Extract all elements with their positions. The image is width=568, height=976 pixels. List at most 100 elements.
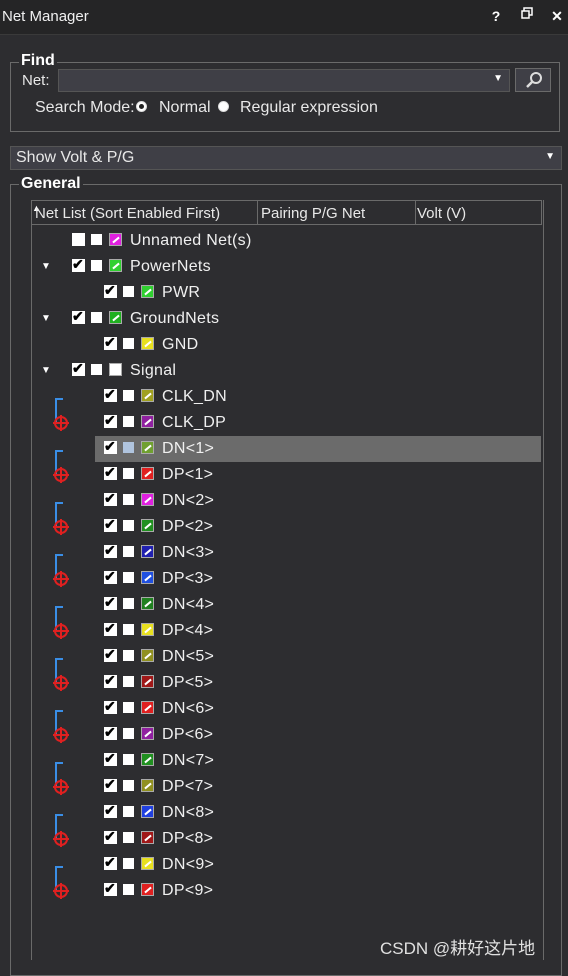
net-row[interactable]: DP<7> (32, 774, 541, 800)
select-box[interactable] (123, 572, 134, 583)
net-color-swatch[interactable] (109, 259, 122, 272)
net-row[interactable]: DN<2> (32, 488, 541, 514)
expand-icon[interactable]: ▼ (41, 365, 51, 376)
net-row[interactable]: DP<1> (32, 462, 541, 488)
enable-checkbox[interactable] (104, 568, 117, 585)
select-box[interactable] (123, 468, 134, 479)
enable-checkbox[interactable] (104, 802, 117, 819)
restore-button[interactable] (518, 7, 536, 25)
net-color-swatch[interactable] (141, 493, 154, 506)
select-box[interactable] (123, 442, 134, 453)
net-row[interactable]: ▼ PowerNets (32, 254, 541, 280)
enable-checkbox[interactable] (72, 308, 85, 325)
net-row[interactable]: DN<4> (32, 592, 541, 618)
net-color-swatch[interactable] (141, 545, 154, 558)
enable-checkbox[interactable] (104, 698, 117, 715)
net-row[interactable]: GND (32, 332, 541, 358)
enable-checkbox[interactable] (104, 646, 117, 663)
net-color-swatch[interactable] (141, 571, 154, 584)
select-box[interactable] (123, 286, 134, 297)
enable-checkbox[interactable] (104, 464, 117, 481)
select-box[interactable] (123, 702, 134, 713)
net-color-swatch[interactable] (141, 285, 154, 298)
enable-checkbox[interactable] (104, 750, 117, 767)
enable-checkbox[interactable] (104, 542, 117, 559)
net-color-swatch[interactable] (141, 441, 154, 454)
radio-normal[interactable] (136, 101, 147, 112)
enable-checkbox[interactable] (104, 438, 117, 455)
net-color-swatch[interactable] (141, 519, 154, 532)
expand-icon[interactable]: ▼ (41, 261, 51, 272)
net-row[interactable]: DP<4> (32, 618, 541, 644)
net-row[interactable]: PWR (32, 280, 541, 306)
enable-checkbox[interactable] (104, 594, 117, 611)
enable-checkbox[interactable] (104, 620, 117, 637)
select-box[interactable] (123, 858, 134, 869)
net-row[interactable]: ▼ GroundNets (32, 306, 541, 332)
radio-regex[interactable] (218, 101, 229, 112)
enable-checkbox[interactable] (104, 282, 117, 299)
net-row[interactable]: DN<7> (32, 748, 541, 774)
enable-checkbox[interactable] (104, 490, 117, 507)
net-combo[interactable]: ▼ (58, 69, 510, 92)
enable-checkbox[interactable] (72, 256, 85, 273)
enable-checkbox[interactable] (72, 360, 85, 377)
net-row[interactable]: DP<2> (32, 514, 541, 540)
select-box[interactable] (123, 832, 134, 843)
enable-checkbox[interactable] (104, 828, 117, 845)
select-box[interactable] (123, 598, 134, 609)
net-color-swatch[interactable] (141, 727, 154, 740)
select-box[interactable] (123, 494, 134, 505)
net-color-swatch[interactable] (109, 233, 122, 246)
select-box[interactable] (123, 806, 134, 817)
net-row[interactable]: ▼ Signal (32, 358, 541, 384)
net-row[interactable]: DP<8> (32, 826, 541, 852)
select-box[interactable] (123, 416, 134, 427)
select-box[interactable] (123, 546, 134, 557)
net-color-swatch[interactable] (141, 649, 154, 662)
net-color-swatch[interactable] (141, 415, 154, 428)
select-box[interactable] (123, 676, 134, 687)
net-row[interactable]: DN<6> (32, 696, 541, 722)
net-color-swatch[interactable] (109, 363, 122, 376)
net-row[interactable]: DN<3> (32, 540, 541, 566)
enable-checkbox[interactable] (104, 672, 117, 689)
select-box[interactable] (123, 650, 134, 661)
column-net-list[interactable]: Net List (Sort Enabled First) (35, 205, 220, 222)
net-color-swatch[interactable] (141, 831, 154, 844)
net-color-swatch[interactable] (109, 311, 122, 324)
enable-checkbox[interactable] (104, 776, 117, 793)
enable-checkbox[interactable] (72, 233, 85, 246)
enable-checkbox[interactable] (104, 854, 117, 871)
net-color-swatch[interactable] (141, 753, 154, 766)
expand-icon[interactable]: ▼ (41, 313, 51, 324)
net-color-swatch[interactable] (141, 389, 154, 402)
column-pairing[interactable]: Pairing P/G Net (261, 205, 365, 222)
net-row[interactable]: DN<8> (32, 800, 541, 826)
enable-checkbox[interactable] (104, 334, 117, 351)
select-box[interactable] (123, 780, 134, 791)
net-color-swatch[interactable] (141, 337, 154, 350)
enable-checkbox[interactable] (104, 386, 117, 403)
net-color-swatch[interactable] (141, 805, 154, 818)
net-row[interactable]: CLK_DP (32, 410, 541, 436)
select-box[interactable] (123, 520, 134, 531)
enable-checkbox[interactable] (104, 516, 117, 533)
net-row[interactable]: CLK_DN (32, 384, 541, 410)
select-box[interactable] (91, 312, 102, 323)
column-volt[interactable]: Volt (V) (417, 205, 466, 222)
select-box[interactable] (123, 728, 134, 739)
help-button[interactable]: ? (487, 7, 505, 25)
select-box[interactable] (123, 338, 134, 349)
select-box[interactable] (91, 234, 102, 245)
net-row[interactable]: DN<1> (95, 436, 541, 462)
net-color-swatch[interactable] (141, 623, 154, 636)
net-color-swatch[interactable] (141, 675, 154, 688)
net-color-swatch[interactable] (141, 701, 154, 714)
select-box[interactable] (123, 754, 134, 765)
select-box[interactable] (123, 624, 134, 635)
filter-dropdown[interactable]: Show Volt & P/G ▼ (10, 146, 562, 170)
enable-checkbox[interactable] (104, 880, 117, 897)
net-color-swatch[interactable] (141, 467, 154, 480)
net-row[interactable]: DN<5> (32, 644, 541, 670)
